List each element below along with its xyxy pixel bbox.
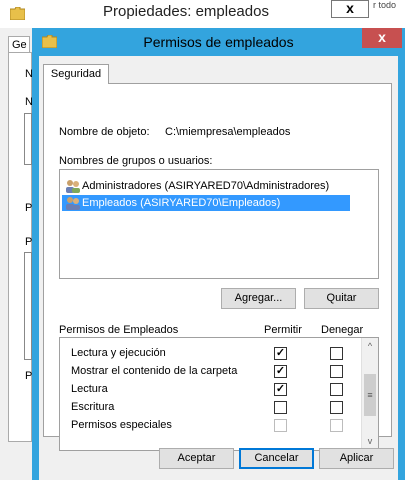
- background-window-title: Propiedades: empleados: [103, 3, 269, 20]
- permission-name: Mostrar el contenido de la carpeta: [71, 365, 238, 377]
- background-right-text: r todo: [373, 0, 397, 10]
- permission-row: Lectura y ejecución ✓: [60, 345, 360, 363]
- users-group-icon: [66, 197, 80, 210]
- object-name-value: C:\miempresa\empleados: [165, 126, 291, 138]
- groups-label: Nombres de grupos o usuarios:: [59, 155, 213, 167]
- close-button[interactable]: x: [362, 28, 402, 48]
- background-titlebar: Propiedades: empleados x r todo: [0, 0, 405, 28]
- apply-button[interactable]: Aplicar: [319, 448, 394, 469]
- permissions-list[interactable]: Lectura y ejecución ✓ Mostrar el conteni…: [59, 337, 379, 451]
- scroll-down-arrow-icon[interactable]: v: [362, 433, 378, 449]
- permission-name: Lectura: [71, 383, 108, 395]
- deny-checkbox[interactable]: [330, 347, 343, 360]
- dialog-client-area: Seguridad Nombre de objeto: C:\miempresa…: [39, 56, 398, 480]
- allow-column-header: Permitir: [264, 324, 302, 336]
- cancel-button[interactable]: Cancelar: [239, 448, 314, 469]
- folder-icon: [10, 7, 25, 20]
- deny-checkbox[interactable]: [330, 365, 343, 378]
- permissions-dialog: Permisos de empleados x Seguridad Nombre…: [32, 28, 405, 480]
- permission-name: Permisos especiales: [71, 419, 172, 431]
- permission-row: Mostrar el contenido de la carpeta ✓: [60, 363, 360, 381]
- tab-security[interactable]: Seguridad: [43, 64, 109, 84]
- allow-checkbox[interactable]: ✓: [274, 365, 287, 378]
- remove-button[interactable]: Quitar: [304, 288, 379, 309]
- scroll-up-arrow-icon[interactable]: ^: [362, 338, 378, 354]
- allow-checkbox[interactable]: ✓: [274, 347, 287, 360]
- group-item-empleados[interactable]: Empleados (ASIRYARED70\Empleados): [62, 195, 350, 211]
- security-tab-panel: Nombre de objeto: C:\miempresa\empleados…: [43, 83, 392, 451]
- groups-listbox[interactable]: Administradores (ASIRYARED70\Administrad…: [59, 169, 379, 279]
- permission-row: Lectura ✓: [60, 381, 360, 399]
- group-item-administradores[interactable]: Administradores (ASIRYARED70\Administrad…: [62, 178, 350, 194]
- ok-button[interactable]: Aceptar: [159, 448, 234, 469]
- permissions-scrollbar[interactable]: ^ ≡ v: [361, 338, 378, 450]
- allow-checkbox[interactable]: ✓: [274, 383, 287, 396]
- background-close-button[interactable]: x: [331, 0, 369, 18]
- dialog-title: Permisos de empleados: [143, 34, 294, 50]
- background-field: [24, 252, 32, 360]
- group-item-label: Empleados (ASIRYARED70\Empleados): [82, 197, 281, 209]
- group-item-label: Administradores (ASIRYARED70\Administrad…: [82, 180, 330, 192]
- permission-name: Lectura y ejecución: [71, 347, 166, 359]
- scroll-thumb[interactable]: ≡: [364, 374, 376, 416]
- background-field: [24, 113, 32, 165]
- users-group-icon: [66, 180, 80, 193]
- permission-row: Escritura: [60, 399, 360, 417]
- deny-checkbox[interactable]: [330, 401, 343, 414]
- permissions-label: Permisos de Empleados: [59, 324, 179, 336]
- object-name-label: Nombre de objeto:: [59, 126, 150, 138]
- permission-row: Permisos especiales: [60, 417, 360, 435]
- deny-checkbox[interactable]: [330, 419, 343, 432]
- add-button[interactable]: Agregar...: [221, 288, 296, 309]
- allow-checkbox[interactable]: [274, 401, 287, 414]
- deny-checkbox[interactable]: [330, 383, 343, 396]
- permission-name: Escritura: [71, 401, 115, 413]
- background-tab-general[interactable]: Ge: [8, 36, 30, 53]
- deny-column-header: Denegar: [321, 324, 364, 336]
- allow-checkbox[interactable]: [274, 419, 287, 432]
